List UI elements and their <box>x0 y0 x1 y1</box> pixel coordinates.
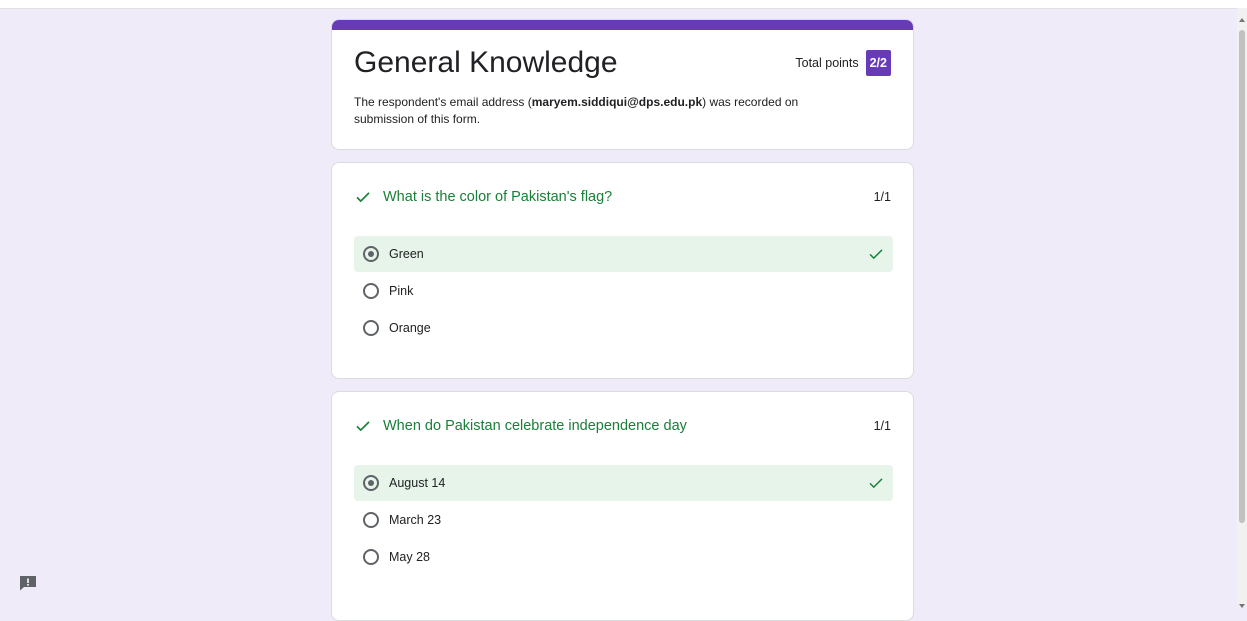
question-card: When do Pakistan celebrate independence … <box>331 391 914 621</box>
option-label: Green <box>389 247 424 261</box>
form-header-card: General Knowledge Total points 2/2 The r… <box>331 19 914 150</box>
question-score: 1/1 <box>873 419 891 433</box>
feedback-icon[interactable] <box>19 575 37 591</box>
email-note-prefix: The respondent's email address ( <box>354 95 532 109</box>
radio-unselected <box>363 283 379 299</box>
answer-option: May 28 <box>354 539 893 575</box>
option-label: Orange <box>389 321 431 335</box>
answer-option: Pink <box>354 273 893 309</box>
radio-selected <box>363 475 379 491</box>
question-score: 1/1 <box>873 190 891 204</box>
top-border <box>0 0 1247 9</box>
option-label: May 28 <box>389 550 430 564</box>
option-label: August 14 <box>389 476 446 490</box>
check-icon <box>869 478 883 489</box>
question-header: When do Pakistan celebrate independence … <box>354 416 891 436</box>
total-points-label: Total points <box>795 56 859 70</box>
question-header: What is the color of Pakistan's flag? 1/… <box>354 187 891 207</box>
email-note: The respondent's email address (maryem.s… <box>354 94 854 128</box>
question-card: What is the color of Pakistan's flag? 1/… <box>331 162 914 379</box>
option-label: March 23 <box>389 513 442 527</box>
answer-option: March 23 <box>354 502 893 538</box>
form-title: General Knowledge <box>354 46 618 79</box>
check-icon <box>356 421 370 432</box>
radio-selected <box>363 246 379 262</box>
answer-option: Green <box>354 236 893 272</box>
total-points-badge: 2/2 <box>865 50 891 76</box>
respondent-email: maryem.siddiqui@dps.edu.pk <box>531 95 703 109</box>
scrollbar[interactable] <box>1237 8 1247 608</box>
radio-unselected <box>363 512 379 528</box>
radio-unselected <box>363 320 379 336</box>
header-accent-bar <box>332 20 913 30</box>
answer-option: Orange <box>354 310 893 346</box>
check-icon <box>869 249 883 260</box>
check-icon <box>356 192 370 203</box>
total-points: Total points 2/2 <box>795 50 891 76</box>
option-label: Pink <box>389 284 414 298</box>
radio-unselected <box>363 549 379 565</box>
scroll-up-arrow[interactable] <box>1239 18 1245 22</box>
question-title: What is the color of Pakistan's flag? <box>383 189 613 205</box>
scroll-thumb[interactable] <box>1239 30 1245 523</box>
question-title: When do Pakistan celebrate independence … <box>383 418 687 434</box>
answer-option: August 14 <box>354 465 893 501</box>
